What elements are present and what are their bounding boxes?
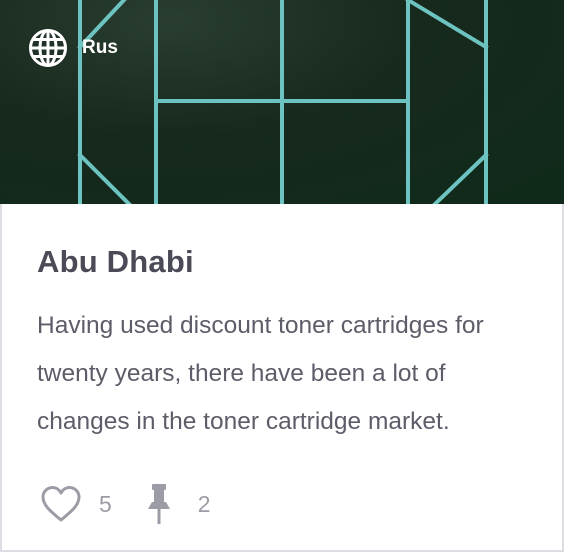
like-count: 5: [99, 490, 112, 517]
card-hero-image: Rus: [0, 0, 564, 204]
language-selector[interactable]: Rus: [28, 28, 118, 68]
pushpin-icon: [144, 482, 174, 526]
pin-count: 2: [197, 490, 211, 517]
pin-button[interactable]: 2: [144, 482, 211, 526]
card-actions: 5 2: [40, 482, 211, 526]
article-card[interactable]: Rus Abu Dhabi Having used discount toner…: [0, 0, 564, 552]
card-title[interactable]: Abu Dhabi: [37, 244, 194, 280]
globe-icon: [28, 28, 68, 68]
language-label: Rus: [82, 37, 118, 58]
card-description: Having used discount toner cartridges fo…: [37, 312, 484, 435]
card-body: Abu Dhabi Having used discount toner car…: [0, 204, 564, 552]
like-button[interactable]: 5: [40, 484, 112, 524]
heart-icon: [40, 484, 82, 524]
